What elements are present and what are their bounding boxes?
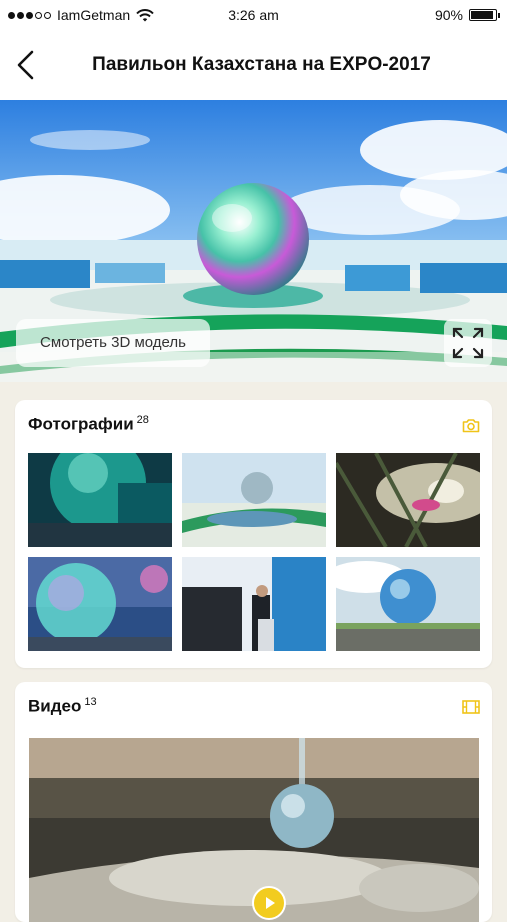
photos-title-text: Фотографии — [28, 414, 134, 434]
photo-thumbnail[interactable] — [182, 453, 326, 547]
battery-level — [471, 11, 493, 19]
status-bar: IamGetman 3:26 am 90% — [0, 0, 507, 30]
play-button[interactable] — [252, 886, 286, 920]
expand-button[interactable] — [444, 319, 492, 367]
chevron-left-icon[interactable] — [10, 48, 44, 82]
page-title: Павильон Казахстана на EXPO-2017 — [92, 54, 431, 75]
battery-icon — [469, 9, 500, 21]
photos-count: 28 — [136, 414, 149, 426]
photo-thumbnail[interactable] — [336, 453, 480, 547]
photo-thumbnail[interactable] — [182, 557, 326, 651]
view-3d-button[interactable]: Смотреть 3D модель — [16, 319, 210, 367]
film-icon[interactable] — [462, 700, 480, 714]
videos-title-text: Видео — [28, 696, 82, 716]
photo-thumbnail[interactable] — [28, 453, 172, 547]
fullscreen-icon — [452, 327, 484, 359]
photos-card: Фотографии 28 — [15, 400, 492, 668]
photo-thumbnail[interactable] — [336, 557, 480, 651]
camera-icon[interactable] — [462, 418, 480, 433]
play-icon — [266, 897, 275, 909]
status-time: 3:26 am — [228, 7, 279, 23]
video-thumbnail[interactable] — [29, 738, 479, 922]
battery-percent: 90% — [434, 7, 463, 23]
photo-thumbnail[interactable] — [28, 557, 172, 651]
nav-bar: Павильон Казахстана на EXPO-2017 — [0, 30, 507, 100]
videos-count: 13 — [84, 696, 97, 708]
videos-card: Видео 13 — [15, 682, 492, 922]
hero-image: Смотреть 3D модель — [0, 100, 507, 382]
photos-title[interactable]: Фотографии 28 — [28, 414, 149, 435]
videos-title[interactable]: Видео 13 — [28, 696, 97, 717]
